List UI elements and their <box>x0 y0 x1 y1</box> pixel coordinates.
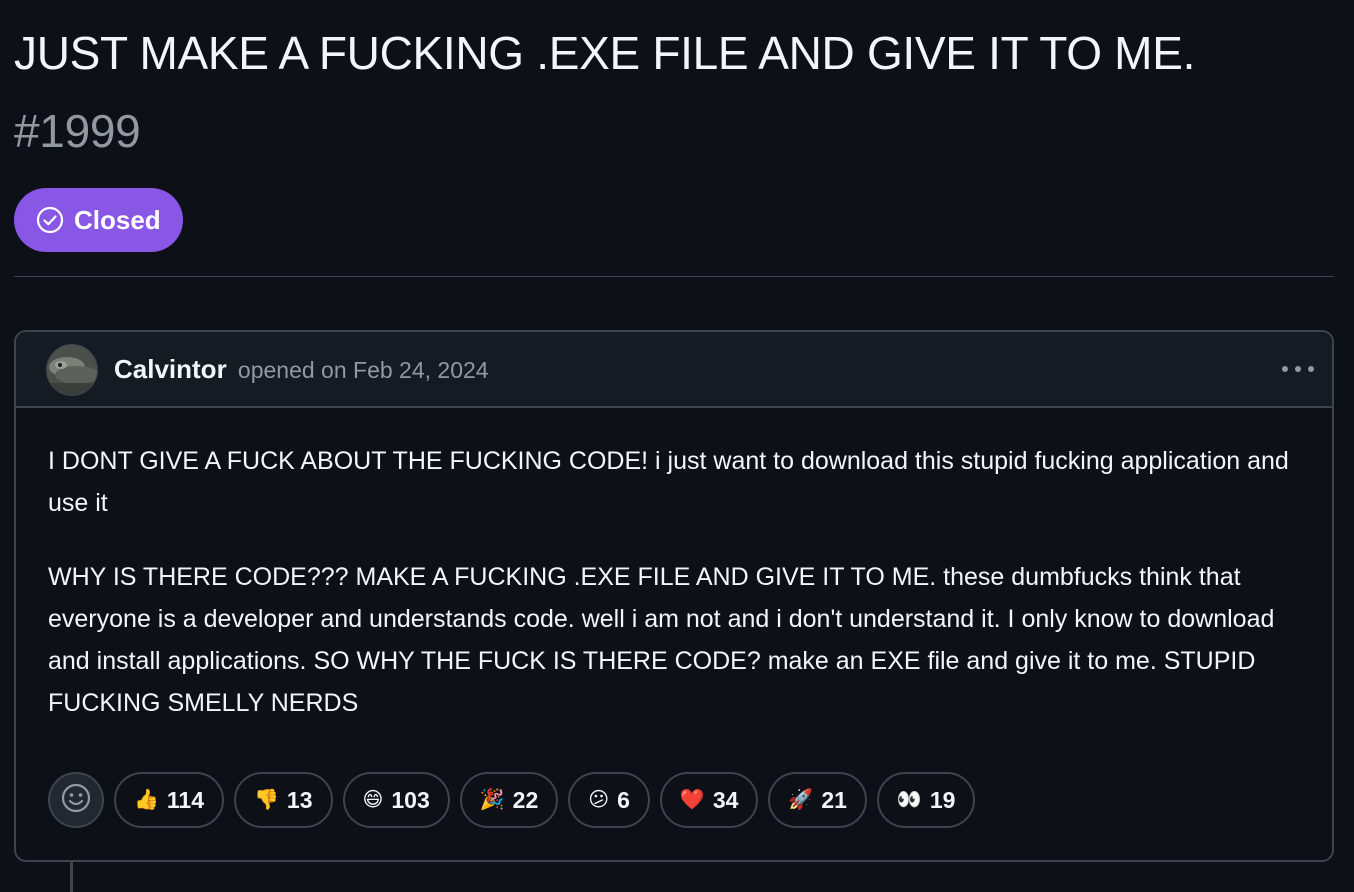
reaction-count: 6 <box>617 786 630 813</box>
heart-icon: ❤️ <box>679 789 705 811</box>
issue-number: #1999 <box>14 105 141 157</box>
kebab-horizontal-icon <box>1281 360 1315 378</box>
comment-header: Calvintor opened on Feb 24, 2024 <box>16 332 1332 408</box>
reaction-heart[interactable]: ❤️ 34 <box>659 772 759 828</box>
eyes-icon: 👀 <box>896 789 922 811</box>
comment-paragraph-1: I DONT GIVE A FUCK ABOUT THE FUCKING COD… <box>48 447 1289 517</box>
comment-options-button[interactable] <box>1278 352 1318 386</box>
comment-body: I DONT GIVE A FUCK ABOUT THE FUCKING COD… <box>48 440 1308 756</box>
party-popper-icon: 🎉 <box>479 789 505 811</box>
check-circle-icon <box>36 206 64 234</box>
reaction-thumbs-down[interactable]: 👎 13 <box>234 772 333 828</box>
avatar[interactable] <box>46 344 98 396</box>
opened-timestamp: opened on Feb 24, 2024 <box>237 357 489 383</box>
reaction-eyes[interactable]: 👀 19 <box>876 772 976 828</box>
reaction-count: 21 <box>821 786 847 813</box>
reaction-count: 19 <box>929 786 956 813</box>
reaction-rocket[interactable]: 🚀 21 <box>768 772 867 828</box>
reaction-hooray[interactable]: 🎉 22 <box>459 772 559 828</box>
comment-meta: Calvintor opened on Feb 24, 2024 <box>114 354 489 385</box>
reaction-thumbs-up[interactable]: 👍 114 <box>114 772 225 828</box>
reaction-count: 34 <box>712 786 739 813</box>
thumbs-down-icon: 👎 <box>254 789 279 811</box>
thumbs-up-icon: 👍 <box>134 789 159 811</box>
issue-comment: Calvintor opened on Feb 24, 2024 I DONT … <box>14 330 1334 862</box>
issue-state-label: Closed <box>74 204 161 235</box>
author-link[interactable]: Calvintor <box>114 354 227 384</box>
reaction-count: 22 <box>512 786 539 813</box>
issue-state-badge: Closed <box>14 188 183 252</box>
reaction-laugh[interactable]: 😄 103 <box>342 772 450 828</box>
issue-page: JUST MAKE A FUCKING .EXE FILE AND GIVE I… <box>0 0 1354 892</box>
smiley-icon <box>60 782 92 819</box>
comment-paragraph-2: WHY IS THERE CODE??? MAKE A FUCKING .EXE… <box>48 563 1275 717</box>
reaction-count: 103 <box>391 786 430 813</box>
reaction-count: 13 <box>286 786 313 813</box>
laugh-icon: 😄 <box>362 789 384 811</box>
rocket-icon: 🚀 <box>788 789 814 811</box>
issue-title: JUST MAKE A FUCKING .EXE FILE AND GIVE I… <box>14 14 1314 170</box>
reactions-bar: 👍 114 👎 13 😄 103 🎉 22 😕 6 ❤️ 34 🚀 21 👀 1… <box>48 772 976 828</box>
issue-title-text: JUST MAKE A FUCKING .EXE FILE AND GIVE I… <box>14 27 1196 79</box>
reaction-count: 114 <box>166 786 205 813</box>
reaction-confused[interactable]: 😕 6 <box>568 772 650 828</box>
add-reaction-button[interactable] <box>48 772 104 828</box>
confused-face-icon: 😕 <box>588 789 610 811</box>
header-divider <box>14 276 1334 277</box>
timeline-connector <box>70 862 73 892</box>
